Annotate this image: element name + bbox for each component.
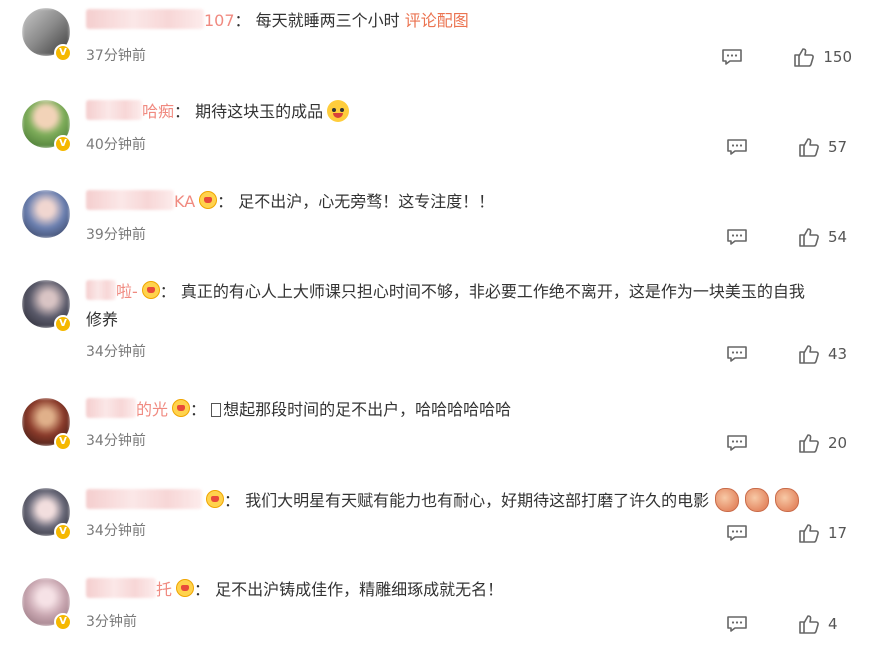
- thumbs-up-icon[interactable]: [798, 523, 820, 543]
- like-button[interactable]: 43: [798, 344, 852, 364]
- verified-v-icon: V: [54, 135, 72, 153]
- username-tail[interactable]: 的光: [136, 400, 168, 419]
- like-count: 43: [828, 345, 848, 363]
- like-button[interactable]: 150: [793, 47, 852, 67]
- comment-text: 真正的有心人上大师课只担心时间不够，非必要工作绝不离开，这是作为一块美玉的自我: [180, 282, 805, 301]
- comment-text: 期待这块玉的成品: [195, 102, 324, 121]
- verified-v-icon: V: [54, 433, 72, 451]
- comment-text: 我们大明星有天赋有能力也有耐心，好期待这部打磨了许久的电影: [245, 491, 710, 510]
- comment-text: 每天就睡两三个小时: [255, 11, 400, 30]
- username-tail[interactable]: KA: [174, 192, 195, 211]
- like-count: 17: [828, 524, 848, 542]
- comment-text-continued: 修养: [86, 310, 119, 329]
- thumbs-up-icon[interactable]: [798, 137, 820, 157]
- grin-face-emoji-icon: [327, 100, 350, 122]
- thumbs-up-icon[interactable]: [798, 433, 820, 453]
- timestamp: 37分钟前: [86, 48, 146, 64]
- timestamp: 34分钟前: [86, 433, 146, 449]
- like-button[interactable]: 57: [798, 137, 852, 157]
- comment-reply-icon[interactable]: [726, 345, 748, 363]
- thumbs-up-icon[interactable]: [793, 47, 815, 67]
- username-blurred[interactable]: [86, 9, 204, 29]
- username-blurred[interactable]: [86, 280, 116, 300]
- timestamp: 34分钟前: [86, 523, 146, 539]
- username-blurred[interactable]: [86, 190, 174, 210]
- username-blurred[interactable]: [86, 100, 142, 120]
- verified-v-icon: V: [54, 523, 72, 541]
- comment-reply-icon[interactable]: [726, 138, 748, 156]
- comment-reply-icon[interactable]: [726, 434, 748, 452]
- verified-v-icon: V: [54, 44, 72, 62]
- comment-reply-icon[interactable]: [721, 48, 743, 66]
- thumbs-up-icon[interactable]: [798, 227, 820, 247]
- verified-v-icon: V: [54, 613, 72, 631]
- thumbs-up-icon[interactable]: [798, 614, 820, 634]
- like-count: 20: [828, 434, 848, 452]
- like-count: 150: [823, 48, 852, 66]
- timestamp: 40分钟前: [86, 137, 146, 153]
- clap-emoji-icon: [715, 488, 740, 512]
- username-tail[interactable]: 托: [156, 580, 172, 599]
- verified-v-icon: V: [54, 315, 72, 333]
- timestamp: 39分钟前: [86, 227, 146, 243]
- vip-crown-icon: [141, 281, 160, 299]
- thumbs-up-icon[interactable]: [798, 344, 820, 364]
- avatar[interactable]: [22, 190, 70, 238]
- comment-reply-icon[interactable]: [726, 524, 748, 542]
- username-blurred[interactable]: [86, 489, 202, 509]
- username-tail[interactable]: 107: [204, 11, 235, 30]
- like-count: 4: [828, 615, 838, 633]
- timestamp: 34分钟前: [86, 344, 146, 360]
- clap-emoji-icon: [745, 488, 770, 512]
- comment-text: 足不出沪铸成佳作，精雕细琢成就无名！: [215, 580, 504, 599]
- username-tail[interactable]: 哈痴: [142, 102, 174, 121]
- missing-glyph-icon: [211, 403, 222, 417]
- comment-image-link[interactable]: 评论配图: [405, 11, 469, 30]
- vip-crown-icon: [206, 490, 224, 508]
- timestamp: 3分钟前: [86, 614, 137, 630]
- username-tail[interactable]: 啦-: [116, 282, 138, 301]
- comment-text: 想起那段时间的足不出户，哈哈哈哈哈哈: [223, 400, 512, 419]
- like-button[interactable]: 17: [798, 523, 852, 543]
- username-blurred[interactable]: [86, 398, 136, 418]
- comment-reply-icon[interactable]: [726, 228, 748, 246]
- comment-text: 足不出沪，心无旁骛！这专注度！！: [238, 192, 495, 211]
- like-button[interactable]: 54: [798, 227, 852, 247]
- like-button[interactable]: 4: [798, 614, 852, 634]
- vip-crown-icon: [172, 399, 191, 417]
- comment-reply-icon[interactable]: [726, 615, 748, 633]
- vip-crown-icon: [176, 579, 195, 597]
- clap-emoji-icon: [775, 488, 800, 512]
- like-button[interactable]: 20: [798, 433, 852, 453]
- like-count: 54: [828, 228, 848, 246]
- username-blurred[interactable]: [86, 578, 156, 598]
- vip-crown-icon: [199, 191, 218, 209]
- like-count: 57: [828, 138, 848, 156]
